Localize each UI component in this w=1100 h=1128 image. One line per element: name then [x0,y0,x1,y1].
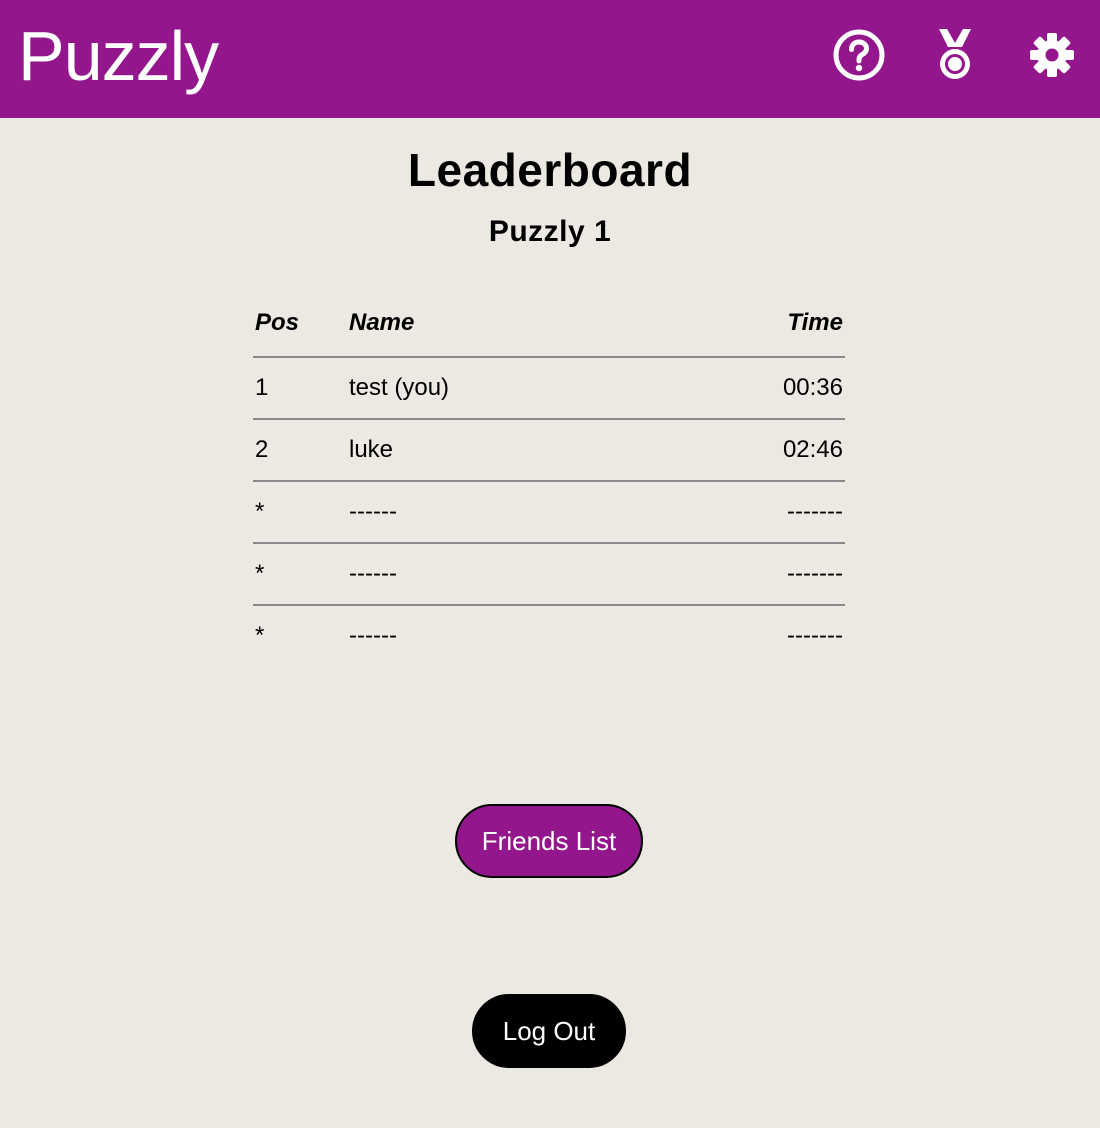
column-header-pos: Pos [253,290,349,358]
cell-time: ------- [655,543,845,606]
cell-name: ------ [349,481,656,544]
friends-list-button[interactable]: Friends List [455,804,643,878]
cell-name: luke [349,419,656,482]
cell-pos: * [255,622,265,649]
gear-icon[interactable] [1024,27,1080,83]
cell-name: ------ [349,543,656,606]
app-title[interactable]: Puzzly [18,14,219,98]
table-row: * ------ ------- [253,481,845,544]
table-row: * ------ ------- [253,543,845,606]
cell-time: ------- [655,481,845,544]
table-row: 1 test (you) 00:36 [253,357,845,420]
cell-name: ------ [349,622,397,649]
cell-name: test (you) [349,357,656,420]
leaderboard-table: Pos Name Time 1 test (you) 00:36 2 luke … [253,290,845,666]
column-header-time: Time [655,290,845,358]
cell-time: 00:36 [655,357,845,420]
table-row: 2 luke 02:46 [253,419,845,482]
cell-pos: 1 [253,357,349,420]
cell-time: 02:46 [655,419,845,482]
cell-pos: * [253,481,349,544]
page-title: Leaderboard [407,144,693,196]
column-header-name: Name [349,290,656,358]
table-row: * ------ ------- [253,605,845,666]
puzzle-subtitle: Puzzly 1 [488,215,612,248]
top-bar: Puzzly [0,0,1100,118]
cell-pos: 2 [253,419,349,482]
help-icon[interactable] [831,27,887,83]
cell-pos: * [253,543,349,606]
leaderboard-header-row: Pos Name Time [253,290,845,358]
cell-time: ------- [787,622,843,649]
medal-icon[interactable] [927,27,983,83]
log-out-button[interactable]: Log Out [472,994,626,1068]
